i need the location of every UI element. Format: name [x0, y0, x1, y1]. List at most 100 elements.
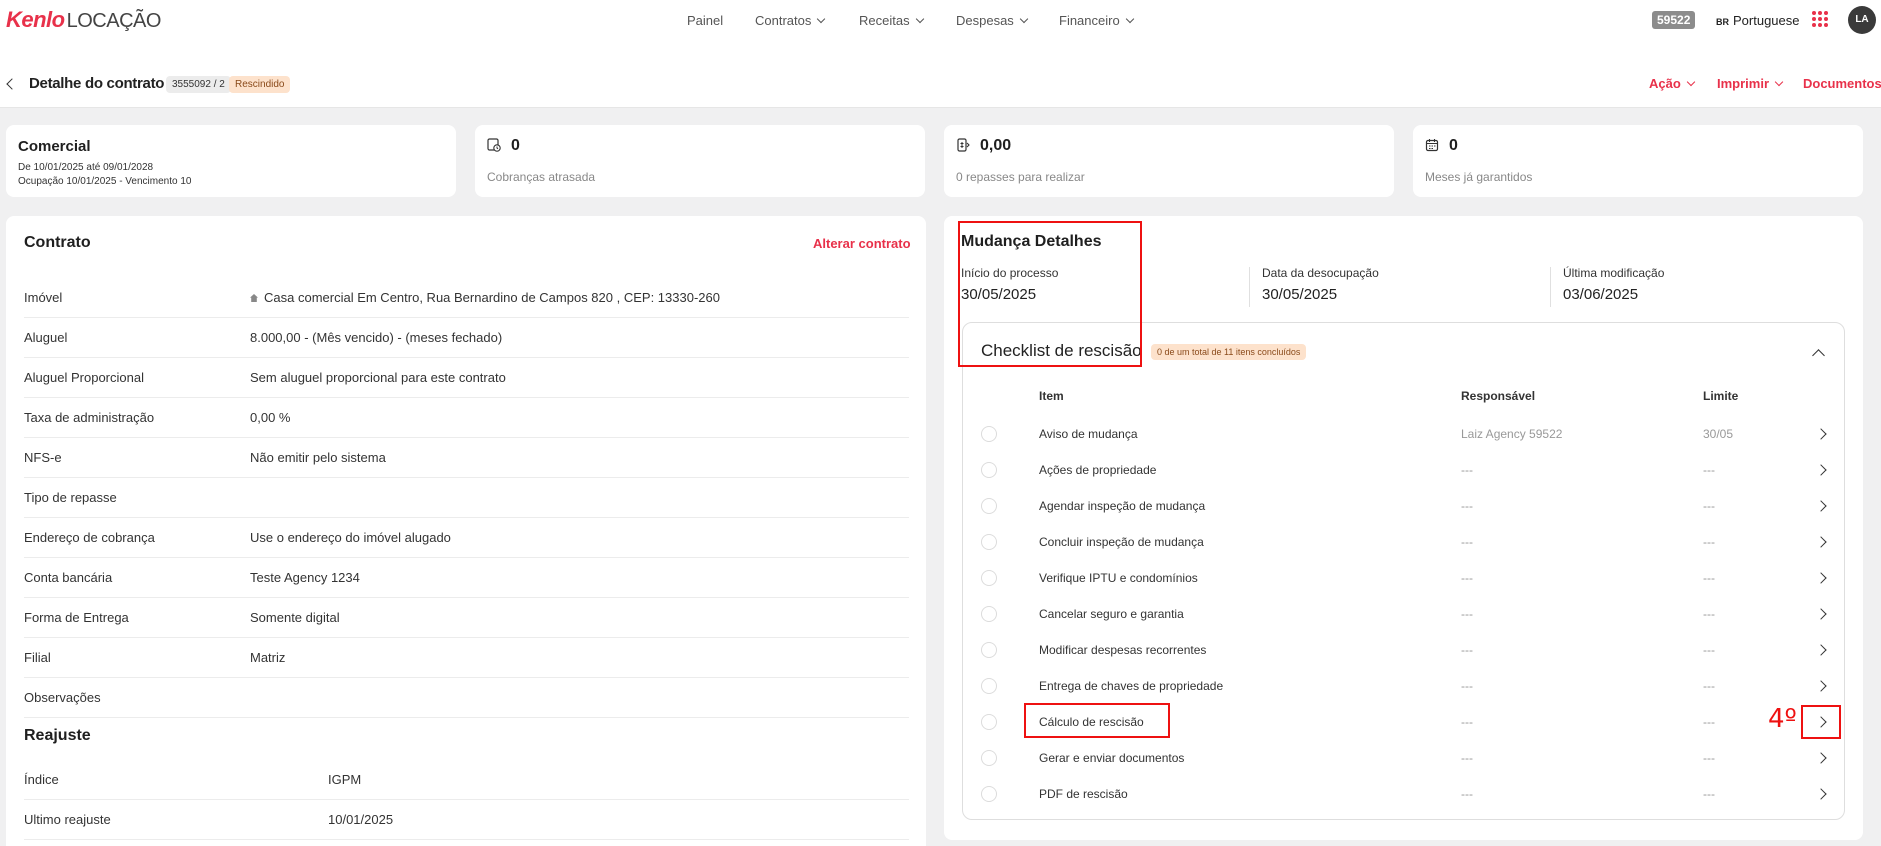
- back-arrow-icon[interactable]: [6, 78, 18, 90]
- checklist-checkbox[interactable]: [981, 750, 997, 766]
- guaranteed-months-card: 0 Meses já garantidos: [1413, 125, 1863, 197]
- checklist-responsible: ---: [1461, 463, 1473, 477]
- contract-row-value: Não emitir pelo sistema: [250, 450, 386, 465]
- annotation-box-arrow: [1801, 705, 1841, 739]
- checklist-limit: ---: [1703, 679, 1715, 693]
- chevron-down-icon: [1686, 77, 1696, 87]
- checklist-row[interactable]: Verifique IPTU e condomínios --- ---: [963, 559, 1844, 595]
- col-header-responsible: Responsável: [1461, 389, 1536, 403]
- readjust-row-value: 10/01/2025: [328, 812, 394, 827]
- chevron-right-icon[interactable]: [1815, 752, 1827, 764]
- chevron-right-icon[interactable]: [1815, 572, 1827, 584]
- checklist-responsible: ---: [1461, 679, 1473, 693]
- checklist-row[interactable]: Agendar inspeção de mudança --- ---: [963, 487, 1844, 523]
- checklist-responsible: ---: [1461, 715, 1473, 729]
- chevron-down-icon: [915, 14, 924, 24]
- checklist-row[interactable]: Modificar despesas recorrentes --- ---: [963, 631, 1844, 667]
- checklist-limit: ---: [1703, 499, 1715, 513]
- contract-row: Aluguel Proporcional Sem aluguel proporci…: [24, 358, 909, 398]
- checklist-item-label: Agendar inspeção de mudança: [1039, 499, 1206, 513]
- imprimir-button[interactable]: Imprimir: [1717, 76, 1784, 91]
- chevron-right-icon[interactable]: [1815, 428, 1827, 440]
- nav-receitas[interactable]: Receitas: [859, 13, 924, 28]
- checklist-checkbox[interactable]: [981, 534, 997, 550]
- contract-row: Imóvel Casa comercial Em Centro, Rua Bern…: [24, 278, 909, 318]
- nav-contratos[interactable]: Contratos: [755, 13, 826, 28]
- checklist-limit: ---: [1703, 463, 1715, 477]
- checklist-item-label: Verifique IPTU e condomínios: [1039, 571, 1198, 585]
- guaranteed-months-value: 0: [1449, 137, 1458, 154]
- col-header-limit: Limite: [1703, 389, 1739, 403]
- nav-financeiro[interactable]: Financeiro: [1059, 13, 1134, 28]
- user-avatar[interactable]: LA: [1848, 6, 1876, 34]
- checklist-item-label: Concluir inspeção de mudança: [1039, 535, 1204, 549]
- acao-button[interactable]: Ação: [1649, 76, 1696, 91]
- vacate-date-value: 30/05/2025: [1262, 286, 1338, 303]
- contract-row-label: Filial: [24, 650, 51, 665]
- checklist-checkbox[interactable]: [981, 606, 997, 622]
- checklist-responsible: ---: [1461, 643, 1473, 657]
- checklist-row[interactable]: PDF de rescisão --- ---: [963, 775, 1844, 811]
- chevron-right-icon[interactable]: [1815, 500, 1827, 512]
- alterar-contrato-link[interactable]: Alterar contrato: [813, 236, 911, 251]
- home-icon: [250, 294, 258, 302]
- checklist-row[interactable]: Aviso de mudança Laiz Agency 59522 30/05: [963, 415, 1844, 451]
- checklist-limit: ---: [1703, 607, 1715, 621]
- checklist-checkbox[interactable]: [981, 426, 997, 442]
- contract-row-value-text: Matriz: [250, 650, 286, 665]
- nav-despesas[interactable]: Despesas: [956, 13, 1029, 28]
- contract-panel: Contrato Alterar contrato Imóvel Casa com…: [6, 216, 926, 846]
- checklist-checkbox[interactable]: [981, 678, 997, 694]
- chevron-right-icon[interactable]: [1815, 680, 1827, 692]
- checklist-checkbox[interactable]: [981, 714, 997, 730]
- apps-grid-icon[interactable]: [1812, 11, 1828, 27]
- contract-row: Observações: [24, 678, 909, 718]
- checklist-checkbox[interactable]: [981, 786, 997, 802]
- checklist-progress-badge: 0 de um total de 11 itens concluídos: [1151, 344, 1307, 360]
- contract-row-label: Conta bancária: [24, 570, 113, 585]
- checklist-row[interactable]: Ações de propriedade --- ---: [963, 451, 1844, 487]
- status-badge: Rescindido: [229, 76, 291, 93]
- checklist-limit: ---: [1703, 643, 1715, 657]
- reajuste-section-title: Reajuste: [24, 727, 91, 744]
- nav-label: Financeiro: [1059, 13, 1120, 28]
- contract-row-label: Forma de Entrega: [24, 610, 129, 625]
- readjust-row-label: Ultimo reajuste: [24, 812, 111, 827]
- checklist-row[interactable]: Concluir inspeção de mudança --- ---: [963, 523, 1844, 559]
- chevron-up-icon[interactable]: [1812, 349, 1825, 362]
- chevron-right-icon[interactable]: [1815, 644, 1827, 656]
- contract-occupation: Ocupação 10/01/2025 - Vencimento 10: [18, 176, 192, 187]
- chevron-right-icon[interactable]: [1815, 788, 1827, 800]
- language-selector[interactable]: BR Portuguese: [1716, 13, 1800, 28]
- contract-type: Comercial: [18, 138, 91, 155]
- chevron-down-icon: [817, 14, 826, 24]
- termination-checklist: Checklist de rescisão 0 de um total de 1…: [962, 322, 1845, 820]
- checklist-checkbox[interactable]: [981, 570, 997, 586]
- checklist-checkbox[interactable]: [981, 642, 997, 658]
- nav-label: Despesas: [956, 13, 1014, 28]
- nav-painel[interactable]: Painel: [687, 13, 723, 28]
- checklist-row[interactable]: Gerar e enviar documentos --- ---: [963, 739, 1844, 775]
- contract-row-label: Tipo de repasse: [24, 490, 117, 505]
- last-modified-value: 03/06/2025: [1563, 286, 1639, 303]
- checklist-checkbox[interactable]: [981, 498, 997, 514]
- checklist-checkbox[interactable]: [981, 462, 997, 478]
- contract-row: Forma de Entrega Somente digital: [24, 598, 909, 638]
- contract-row-label: NFS-e: [24, 450, 62, 465]
- divider: [1249, 267, 1250, 307]
- chevron-right-icon[interactable]: [1815, 464, 1827, 476]
- contract-row-value: Matriz: [250, 650, 285, 665]
- transfers-label: 0 repasses para realizar: [956, 170, 1085, 184]
- checklist-responsible: ---: [1461, 535, 1473, 549]
- nav-label: Painel: [687, 13, 724, 28]
- checklist-item-label: Modificar despesas recorrentes: [1039, 643, 1207, 657]
- checklist-row[interactable]: Entrega de chaves de propriedade --- ---: [963, 667, 1844, 703]
- chevron-right-icon[interactable]: [1815, 608, 1827, 620]
- documentos-button[interactable]: Documentos: [1803, 76, 1881, 91]
- chevron-right-icon[interactable]: [1815, 536, 1827, 548]
- contract-row: Taxa de administração 0,00 %: [24, 398, 909, 438]
- language-label: Portuguese: [1733, 13, 1800, 28]
- checklist-item-label: PDF de rescisão: [1039, 787, 1128, 801]
- checklist-row[interactable]: Cancelar seguro e garantia --- ---: [963, 595, 1844, 631]
- contract-row-value-text: Teste Agency 1234: [250, 570, 360, 585]
